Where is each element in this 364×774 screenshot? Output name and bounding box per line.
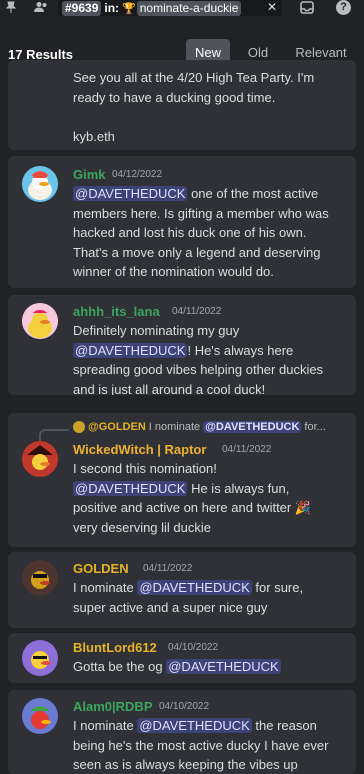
username[interactable]: ahhh_its_lana (73, 304, 160, 319)
avatar[interactable] (22, 303, 58, 339)
message-body: @DAVETHEDUCK one of the most active memb… (73, 184, 345, 282)
username[interactable]: GOLDEN (73, 561, 129, 576)
message-text: Gotta be the og (73, 659, 167, 674)
message-line: being he's the most active ducky I have … (73, 737, 329, 753)
search-result-card[interactable]: Alam0|RDBP 04/10/2022 I nominate @DAVETH… (8, 690, 356, 774)
message-line: ready to have a ducking good time. (73, 89, 276, 105)
username[interactable]: Alam0|RDBP (73, 699, 153, 714)
message-line: Definitely nominating my guy (73, 323, 240, 338)
message-line: kyb.eth (73, 128, 115, 144)
timestamp: 04/11/2022 (143, 563, 193, 574)
message-text: ! He's always here (187, 342, 294, 358)
search-result-card[interactable]: ahhh_its_lana 04/11/2022 Definitely nomi… (8, 295, 356, 395)
trophy-icon: 🏆 (122, 2, 136, 15)
message-line: members here. Is gifting a member who wa… (73, 205, 329, 221)
timestamp: 04/10/2022 (168, 642, 219, 653)
message-body: Gotta be the og @DAVETHEDUCK (73, 657, 345, 677)
reply-connector (39, 429, 69, 441)
channel-filter-chip[interactable]: nominate-a-duckie (136, 0, 242, 16)
search-result-card[interactable]: Gimk 04/12/2022 @DAVETHEDUCK one of the … (8, 156, 356, 288)
avatar[interactable] (22, 560, 58, 596)
user-mention[interactable]: @DAVETHEDUCK (137, 580, 252, 595)
message-line (73, 107, 345, 127)
username[interactable]: Gimk (73, 167, 106, 182)
message-line: @DAVETHEDUCK He is always fun, (73, 479, 345, 499)
in-filter-label: in: (104, 1, 120, 15)
message-body: See you all at the 4/20 High Tea Party. … (73, 68, 345, 146)
search-input[interactable]: #9639 in: 🏆 nominate-a-duckie (58, 0, 282, 16)
message-line: @DAVETHEDUCK one of the most active (73, 184, 345, 204)
message-text: I nominate (73, 580, 138, 595)
message-line: seen as is always keeping the vibes up (73, 757, 298, 772)
message-line: I second this nomination! (73, 461, 217, 476)
message-line: I nominate @DAVETHEDUCK the reason (73, 716, 345, 736)
timestamp: 04/11/2022 (222, 444, 272, 455)
user-mention[interactable]: @DAVETHEDUCK (166, 659, 281, 674)
message-line: winner of the nomination would do. (73, 264, 274, 279)
message-text: He is always fun, (187, 480, 290, 496)
message-body: I nominate @DAVETHEDUCK for sure, super … (73, 578, 345, 617)
message-line: @DAVETHEDUCK! He's always here (73, 341, 345, 361)
username[interactable]: BluntLord612 (73, 640, 157, 655)
avatar[interactable] (22, 166, 58, 202)
message-line: I nominate @DAVETHEDUCK for sure, (73, 578, 345, 598)
help-icon[interactable]: ? (336, 0, 351, 15)
reply-preview[interactable]: @GOLDEN I nominate @DAVETHEDUCK for... (73, 421, 326, 433)
message-line: very deserving lil duckie (73, 519, 212, 535)
reply-avatar (73, 421, 85, 433)
user-mention[interactable]: @DAVETHEDUCK (73, 480, 188, 496)
user-mention[interactable]: @DAVETHEDUCK (137, 718, 252, 733)
message-text: one of the most active (187, 186, 319, 201)
user-mention[interactable]: @DAVETHEDUCK (73, 342, 188, 358)
search-result-card[interactable]: BluntLord612 04/10/2022 Gotta be the og … (8, 633, 356, 683)
message-body: I second this nomination! @DAVETHEDUCK H… (73, 459, 345, 537)
message-text: I nominate (73, 718, 138, 733)
search-filter-chip[interactable]: #9639 (62, 0, 102, 16)
avatar[interactable] (22, 640, 58, 676)
timestamp: 04/12/2022 (112, 169, 163, 180)
message-line: spreading good vibes helping other ducki… (73, 362, 324, 377)
message-line: positive and active on here and twitter … (73, 500, 312, 515)
reply-text-tail: for... (304, 421, 326, 433)
user-mention[interactable]: @DAVETHEDUCK (73, 186, 188, 201)
username[interactable]: WickedWitch | Raptor (73, 442, 206, 457)
search-result-card[interactable]: GOLDEN 04/11/2022 I nominate @DAVETHEDUC… (8, 552, 356, 628)
avatar[interactable] (22, 698, 58, 734)
search-bar: #9639 in: 🏆 nominate-a-duckie ✕ ? (0, 0, 364, 18)
reply-text: I nominate (148, 421, 201, 433)
members-icon[interactable] (30, 1, 52, 16)
pin-icon[interactable] (0, 1, 22, 16)
message-text: for sure, (251, 580, 304, 595)
message-text: the reason (251, 718, 317, 733)
message-line: That's a move only a legend and deservin… (73, 244, 321, 260)
message-line: and is just all around a cool duck! (73, 381, 266, 396)
avatar[interactable] (22, 441, 58, 477)
message-line: super active and a super nice guy (73, 599, 268, 615)
reply-mention: @DAVETHEDUCK (203, 421, 302, 433)
message-body: Definitely nominating my guy @DAVETHEDUC… (73, 321, 345, 395)
reply-username[interactable]: @GOLDEN (88, 421, 146, 433)
message-body: I nominate @DAVETHEDUCK the reason being… (73, 716, 345, 774)
clear-search-icon[interactable]: ✕ (267, 0, 277, 14)
inbox-icon[interactable] (300, 1, 314, 17)
message-line: See you all at the 4/20 High Tea Party. … (73, 70, 315, 85)
timestamp: 04/10/2022 (159, 701, 210, 712)
search-result-card[interactable]: See you all at the 4/20 High Tea Party. … (8, 60, 356, 150)
timestamp: 04/11/2022 (172, 306, 222, 317)
search-result-card[interactable]: @GOLDEN I nominate @DAVETHEDUCK for... W… (8, 413, 356, 547)
message-line: hacked and lost his duck one of his own. (73, 225, 307, 240)
message-line: Gotta be the og @DAVETHEDUCK (73, 657, 345, 677)
